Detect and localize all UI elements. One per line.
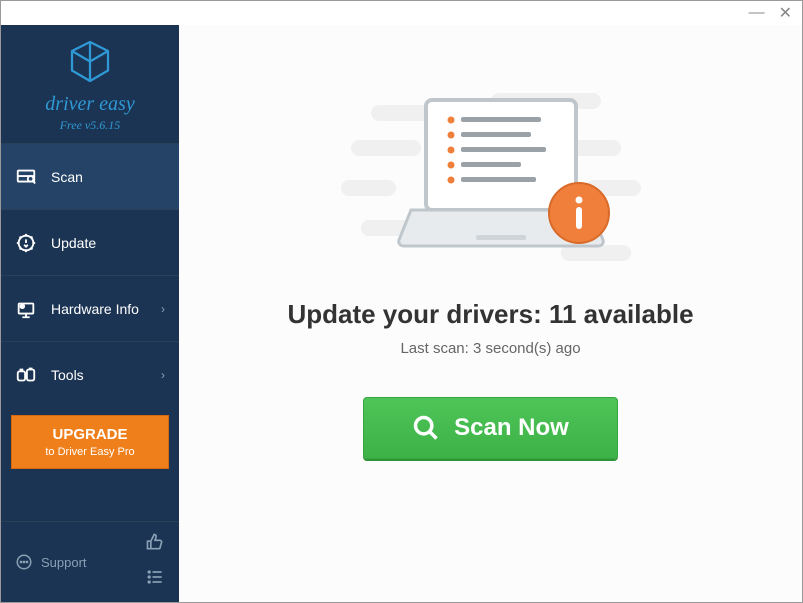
- tools-icon: [15, 364, 37, 386]
- last-scan-text: Last scan: 3 second(s) ago: [400, 340, 580, 357]
- sidebar-item-label: Update: [51, 235, 96, 251]
- upgrade-button[interactable]: UPGRADE to Driver Easy Pro: [11, 415, 169, 469]
- hardware-info-icon: [15, 298, 37, 320]
- support-label: Support: [41, 555, 87, 570]
- sidebar-item-label: Hardware Info: [51, 301, 139, 317]
- upgrade-line2: to Driver Easy Pro: [16, 446, 164, 458]
- chevron-right-icon: ›: [161, 368, 165, 382]
- brand-version: Free v5.6.15: [1, 118, 179, 133]
- minimize-button[interactable]: —: [749, 4, 765, 22]
- chat-icon: [15, 553, 33, 571]
- headline-text: Update your drivers: 11 available: [287, 299, 693, 330]
- thumbs-up-icon[interactable]: [145, 532, 165, 557]
- scan-now-button[interactable]: Scan Now: [363, 397, 618, 459]
- sidebar-item-update[interactable]: Update: [1, 209, 179, 275]
- main-panel: Update your drivers: 11 available Last s…: [179, 25, 802, 602]
- chevron-right-icon: ›: [161, 302, 165, 316]
- sidebar: driver easy Free v5.6.15 Scan Update Har…: [1, 25, 179, 602]
- logo-icon: [66, 39, 114, 87]
- scan-icon: [15, 166, 37, 188]
- support-link[interactable]: Support: [15, 553, 87, 571]
- sidebar-footer: Support: [1, 521, 179, 602]
- illustration: [341, 85, 641, 285]
- sidebar-item-label: Tools: [51, 367, 84, 383]
- close-button[interactable]: ✕: [779, 3, 792, 23]
- scan-button-label: Scan Now: [454, 414, 569, 442]
- upgrade-line1: UPGRADE: [16, 426, 164, 443]
- sidebar-item-label: Scan: [51, 169, 83, 185]
- titlebar: — ✕: [1, 1, 802, 25]
- sidebar-item-tools[interactable]: Tools ›: [1, 341, 179, 407]
- search-icon: [412, 414, 440, 442]
- menu-icon[interactable]: [145, 567, 165, 592]
- sidebar-item-scan[interactable]: Scan: [1, 143, 179, 209]
- brand-name: driver easy: [1, 93, 179, 116]
- update-icon: [15, 232, 37, 254]
- brand-block: driver easy Free v5.6.15: [1, 25, 179, 143]
- sidebar-item-hardware-info[interactable]: Hardware Info ›: [1, 275, 179, 341]
